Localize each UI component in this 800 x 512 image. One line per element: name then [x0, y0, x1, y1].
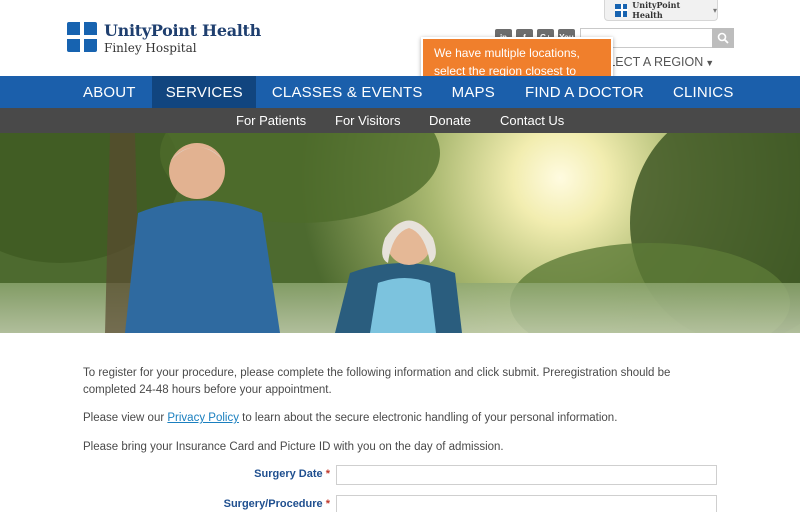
required-marker: *	[325, 498, 330, 510]
subnav-donate[interactable]: Donate	[429, 108, 471, 133]
required-marker: *	[325, 468, 330, 480]
brand-tab-label: UnityPoint Health	[632, 0, 681, 20]
logo-text: UnityPoint Health Finley Hospital	[104, 22, 261, 56]
privacy-text-after: to learn about the secure electronic han…	[238, 412, 618, 424]
sub-navigation: For Patients For Visitors Donate Contact…	[0, 108, 800, 133]
unitypoint-logo[interactable]: UnityPoint Health Finley Hospital	[67, 22, 261, 56]
surgery-procedure-row: Surgery/Procedure *	[0, 495, 800, 512]
bring-id-paragraph: Please bring your Insurance Card and Pic…	[83, 440, 504, 453]
caret-down-icon: ▾	[712, 5, 717, 15]
caret-down-icon: ▼	[705, 58, 715, 68]
nav-about[interactable]: ABOUT	[0, 76, 152, 108]
search-icon	[717, 32, 729, 44]
select-region-dropdown[interactable]: ELECT A REGION ▼	[600, 55, 714, 69]
hospital-name: Finley Hospital	[104, 41, 197, 55]
nav-services[interactable]: SERVICES	[151, 76, 256, 108]
surgery-date-field[interactable]	[336, 465, 717, 485]
site-header: UnityPoint Health Finley Hospital UnityP…	[0, 0, 800, 96]
search-button[interactable]	[712, 28, 734, 48]
hero-photo	[0, 133, 800, 333]
privacy-text-before: Please view our	[83, 412, 168, 424]
brand-name: UnityPoint Health	[104, 21, 261, 40]
surgery-procedure-field[interactable]	[336, 495, 717, 512]
unitypoint-mini-icon	[615, 3, 629, 17]
subnav-contact-us[interactable]: Contact Us	[500, 108, 564, 133]
brand-switcher-tab[interactable]: UnityPoint Health ▾	[604, 0, 718, 21]
registration-intro: To register for your procedure, please c…	[83, 365, 693, 467]
hero-illustration	[0, 133, 800, 333]
nav-classes-events[interactable]: CLASSES & EVENTS	[256, 76, 437, 108]
main-navigation: ABOUT SERVICES CLASSES & EVENTS MAPS FIN…	[0, 76, 800, 108]
nav-maps[interactable]: MAPS	[437, 76, 510, 108]
unitypoint-cross-icon	[67, 22, 97, 52]
intro-paragraph: To register for your procedure, please c…	[83, 367, 671, 396]
select-region-label: ELECT A REGION	[600, 55, 704, 69]
nav-find-a-doctor[interactable]: FIND A DOCTOR	[510, 76, 658, 108]
subnav-for-visitors[interactable]: For Visitors	[335, 108, 401, 133]
surgery-date-row: Surgery Date *	[0, 465, 800, 485]
privacy-policy-link[interactable]: Privacy Policy	[167, 412, 239, 424]
surgery-procedure-label: Surgery/Procedure *	[223, 498, 330, 510]
privacy-paragraph: Please view our Privacy Policy to learn …	[83, 410, 693, 427]
nav-clinics[interactable]: CLINICS	[658, 76, 748, 108]
surgery-date-label: Surgery Date *	[254, 468, 330, 480]
subnav-for-patients[interactable]: For Patients	[236, 108, 306, 133]
